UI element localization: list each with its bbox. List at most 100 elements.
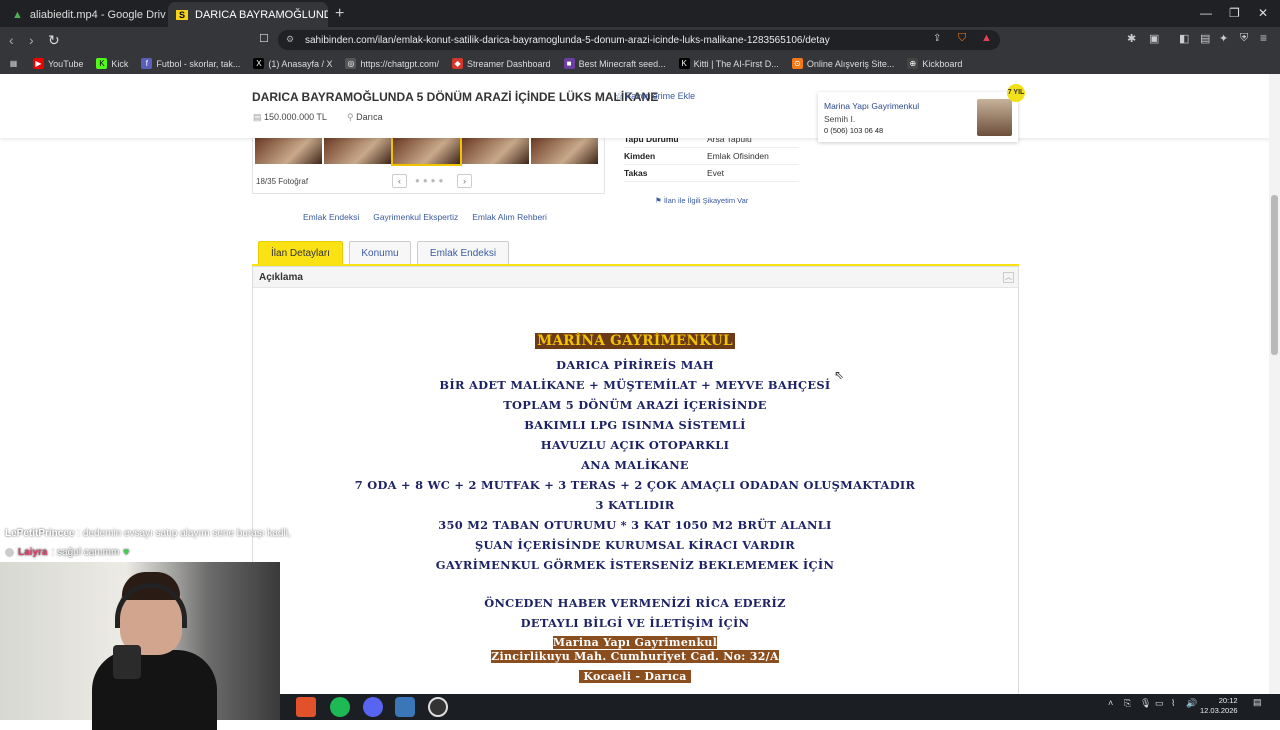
new-tab-icon[interactable]: +	[335, 5, 344, 23]
sidebar-icon[interactable]: ◧	[1179, 32, 1189, 45]
brand-heading: MARİNA GAYRİMENKUL	[535, 333, 735, 349]
pagination-dots: ●●●●	[415, 176, 447, 185]
site-info-icon[interactable]: ⚙	[286, 34, 294, 45]
footer-address: Zincirlikuyu Mah. Cumhuriyet Cad. No: 32…	[491, 650, 779, 663]
wallet-icon[interactable]: ▤	[1200, 32, 1210, 45]
link-emlak-endeksi[interactable]: Emlak Endeksi	[303, 212, 359, 222]
youtube-icon: ▶	[33, 58, 44, 69]
tab-google-drive[interactable]: ▲ aliabiedit.mp4 - Google Drive	[4, 2, 166, 27]
bookmark-youtube[interactable]: ▶ YouTube	[33, 58, 83, 69]
brave-rewards-icon[interactable]: ▲	[981, 32, 992, 44]
apps-icon[interactable]: ▦	[8, 58, 19, 69]
thumbnail[interactable]	[324, 138, 391, 164]
price-icon: ▤	[253, 112, 262, 122]
chat-message: Laiyra : sağol canımm ♥	[5, 547, 129, 558]
star-icon: ☆	[615, 91, 624, 101]
bookmark-kitti[interactable]: K Kitti | The AI-First D...	[678, 58, 779, 69]
sahibinden-favicon-icon: S	[176, 9, 189, 20]
tray-usb-icon[interactable]: ⎘	[1124, 698, 1131, 709]
sticky-header	[0, 74, 1280, 138]
desc-line: GAYRİMENKUL GÖRMEK İSTERSENİZ BEKLEMEMEK…	[435, 558, 835, 572]
share-icon[interactable]: ⇪	[933, 33, 941, 44]
link-alim-rehberi[interactable]: Emlak Alım Rehberi	[472, 212, 547, 222]
thumbnail[interactable]	[462, 138, 529, 164]
info-row: Kimden Emlak Ofisinden	[624, 148, 799, 165]
webcam-person-body	[92, 650, 217, 730]
tray-mic-icon[interactable]: 🎙	[1140, 698, 1151, 709]
minecraft-icon: ■	[563, 58, 575, 69]
obs-icon[interactable]	[428, 697, 448, 717]
desc-line: BİR ADET MALİKANE + MÜŞTEMİLAT + MEYVE B…	[439, 378, 831, 392]
prev-photo-button[interactable]: ‹	[392, 174, 407, 188]
bookmark-shopping[interactable]: ⊙ Online Alışveriş Site...	[791, 58, 894, 69]
forward-icon[interactable]: ›	[29, 32, 34, 48]
tray-monitor-icon[interactable]: ▭	[1155, 698, 1164, 709]
collapse-icon[interactable]: ︿	[1003, 272, 1014, 283]
menu-icon[interactable]: ≡	[1260, 31, 1267, 45]
thumbnail[interactable]	[255, 138, 322, 164]
minimize-icon[interactable]: —	[1200, 6, 1212, 20]
scrollbar-thumb[interactable]	[1271, 195, 1278, 355]
bookmark-kickboard[interactable]: ⊕ Kickboard	[907, 58, 962, 69]
bookmark-kick[interactable]: K Kick	[96, 58, 128, 69]
desc-line: DARICA PİRİREİS MAH	[556, 358, 714, 372]
price: ▤ 150.000.000 TL	[253, 112, 327, 122]
scrollbar[interactable]	[1269, 74, 1280, 694]
chatgpt-icon: ◎	[345, 58, 357, 69]
restore-icon[interactable]: ❐	[1229, 6, 1240, 20]
footer-city: Kocaeli - Darıca	[280, 670, 990, 683]
desc-line: BAKIMLI LPG ISINMA SİSTEMLİ	[524, 418, 746, 432]
desc-line: 350 M2 TABAN OTURUMU * 3 KAT 1050 M2 BRÜ…	[438, 518, 832, 532]
url-bar[interactable]: sahibinden.com/ilan/emlak-konut-satilik-…	[278, 30, 1000, 50]
bookmark-x[interactable]: X (1) Anasayfa / X	[253, 58, 332, 69]
brave-icon[interactable]	[296, 697, 316, 717]
photo-count: 18/35 Fotoğraf	[256, 177, 309, 186]
system-clock[interactable]: 20:12 12.03.2026	[1200, 696, 1238, 716]
reload-icon[interactable]: ↻	[48, 32, 60, 49]
link-ekspertiz[interactable]: Gayrimenkul Ekspertiz	[373, 212, 458, 222]
kick-icon: K	[96, 58, 108, 69]
bookmark-chatgpt[interactable]: ◎ https://chatgpt.com/	[345, 58, 439, 69]
brave-shield-icon[interactable]: ⛉	[958, 32, 966, 45]
futbol-icon: f	[141, 58, 153, 69]
tray-volume-icon[interactable]: 🔊	[1186, 698, 1197, 709]
tab-listing[interactable]: S DARICA BAYRAMOĞLUNDA 5 DÖ ✕	[168, 2, 328, 27]
back-icon[interactable]: ‹	[9, 32, 14, 48]
info-row: Takas Evet	[624, 165, 799, 182]
spotify-icon[interactable]	[330, 697, 350, 717]
tab-ilan-detaylari[interactable]: İlan Detayları	[258, 241, 343, 265]
discord-icon[interactable]	[363, 697, 383, 717]
tray-chevron-icon[interactable]: ˄	[1108, 698, 1113, 708]
heart-icon: ♥	[123, 547, 130, 558]
vpn-icon[interactable]: ⛨	[1240, 32, 1248, 45]
tab-emlak-endeksi[interactable]: Emlak Endeksi	[417, 241, 509, 265]
tray-wifi-icon[interactable]: ⌇	[1171, 698, 1175, 709]
bookmark-streamer-dashboard[interactable]: ◆ Streamer Dashboard	[452, 58, 551, 69]
next-photo-button[interactable]: ›	[457, 174, 472, 188]
screenshot-icon[interactable]: ▣	[1149, 32, 1159, 45]
agent-card[interactable]: Marina Yapı Gayrimenkul Semih I. 0 (506)…	[818, 92, 1018, 142]
favorite-button[interactable]: ☆ Favorilerime Ekle	[615, 91, 695, 102]
thumbnail[interactable]	[531, 138, 598, 164]
complaint-link[interactable]: ⚑ İlan ile İlgili Şikayetim Var	[655, 196, 748, 205]
bookmark-minecraft[interactable]: ■ Best Minecraft seed...	[563, 58, 666, 69]
footer-company: Marina Yapı Gayrimenkul	[552, 636, 718, 649]
notification-icon[interactable]: ▤	[1253, 697, 1262, 708]
listing-title: DARICA BAYRAMOĞLUNDA 5 DÖNÜM ARAZİ İÇİND…	[252, 90, 659, 104]
tab-konumu[interactable]: Konumu	[349, 241, 411, 265]
location: ⚲ Darıca	[347, 112, 383, 122]
agent-company[interactable]: Marina Yapı Gayrimenkul	[824, 101, 919, 111]
thumbnail-selected[interactable]	[391, 136, 462, 166]
leo-ai-icon[interactable]: ✦	[1219, 32, 1228, 45]
desc-line: 3 KATLIDIR	[595, 498, 675, 512]
agent-phone: 0 (506) 103 06 48	[824, 126, 884, 135]
globe-icon: ⊕	[907, 58, 919, 69]
close-window-icon[interactable]: ✕	[1258, 6, 1268, 20]
bookmark-futbol[interactable]: f Futbol - skorlar, tak...	[141, 58, 240, 69]
extensions-icon[interactable]: ✱	[1127, 32, 1136, 45]
desc-line: ŞUAN İÇERİSİNDE KURUMSAL KİRACI VARDIR	[474, 538, 796, 552]
app-icon[interactable]	[395, 697, 415, 717]
bookmark-icon[interactable]: ☐	[259, 32, 269, 45]
chat-message: LePetitPrincee : dedemin evsayı satıp al…	[5, 528, 291, 539]
location-pin-icon: ⚲	[347, 112, 354, 122]
